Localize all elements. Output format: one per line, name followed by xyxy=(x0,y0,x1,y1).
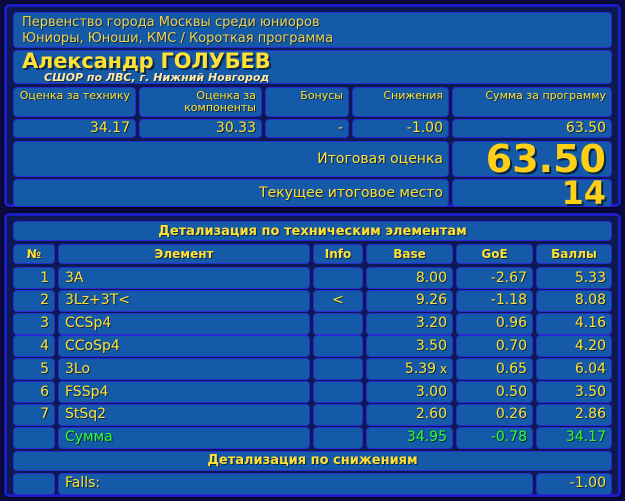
tech-cell-element: CCSp4 xyxy=(58,312,310,335)
tech-cell-info xyxy=(313,312,363,335)
col-header-info: Info xyxy=(313,244,363,264)
tech-total-goe: -0.78 xyxy=(456,426,533,449)
tech-cell-base: 8.00 xyxy=(366,267,453,289)
deduction-spacer xyxy=(13,472,55,495)
tech-cell-element: 3Lo xyxy=(58,358,310,381)
competition-category: Юниоры, Юноши, КМС / Короткая программа xyxy=(22,31,334,46)
tech-total-info xyxy=(313,426,363,449)
tech-cell-info: < xyxy=(313,289,363,312)
tech-cell-info xyxy=(313,381,363,403)
tech-cell-element: StSq2 xyxy=(58,403,310,426)
tech-cell-info xyxy=(313,358,363,381)
tech-cell-no: 5 xyxy=(13,358,55,381)
tech-cell-element: FSSp4 xyxy=(58,381,310,403)
col-header-points: Баллы xyxy=(536,244,612,264)
tech-cell-base: 2.60 xyxy=(366,403,453,426)
skater-box: Александр ГОЛУБЕВ СШОР по ЛВС, г. Нижний… xyxy=(13,50,612,84)
tech-cell-goe: 0.65 xyxy=(456,358,533,381)
col-header-goe: GoE xyxy=(456,244,533,264)
tech-cell-points: 5.33 xyxy=(536,267,612,289)
header-bonus: Бонусы xyxy=(265,87,349,117)
tech-cell-goe: 0.26 xyxy=(456,403,533,426)
scoreboard-screen: Первенство города Москвы среди юниоров Ю… xyxy=(0,0,625,501)
deduction-value: -1.00 xyxy=(536,472,612,495)
tech-cell-base: 3.20 xyxy=(366,312,453,335)
header-tes: Оценка за технику xyxy=(13,87,136,117)
details-panel: Детализация по техническим элементам № Э… xyxy=(4,213,621,497)
col-header-element: Элемент xyxy=(58,244,310,264)
tech-cell-base: 9.26 xyxy=(366,289,453,312)
tech-cell-no: 6 xyxy=(13,381,55,403)
deduction-label: Falls: xyxy=(58,472,533,495)
header-deductions: Снижения xyxy=(352,87,449,117)
tech-cell-goe: -2.67 xyxy=(456,267,533,289)
tech-cell-goe: -1.18 xyxy=(456,289,533,312)
tech-cell-base: 3.00 xyxy=(366,381,453,403)
header-pcs: Оценка за компоненты xyxy=(139,87,262,117)
header-total-program: Сумма за программу xyxy=(452,87,612,117)
rank-label: Текущее итоговое место xyxy=(13,179,449,207)
tech-cell-no: 1 xyxy=(13,267,55,289)
summary-panel: Первенство города Москвы среди юниоров Ю… xyxy=(4,4,621,207)
final-score-value: 63.50 xyxy=(452,141,612,177)
tech-cell-points: 4.20 xyxy=(536,335,612,358)
tech-cell-info xyxy=(313,335,363,358)
tech-cell-goe: 0.50 xyxy=(456,381,533,403)
tech-total-points: 34.17 xyxy=(536,426,612,449)
tech-total-no xyxy=(13,426,55,449)
deductions-section-title: Детализация по снижениям xyxy=(13,450,612,471)
tech-cell-goe: 0.96 xyxy=(456,312,533,335)
tech-cell-points: 8.08 xyxy=(536,289,612,312)
tech-cell-points: 3.50 xyxy=(536,381,612,403)
value-total-program: 63.50 xyxy=(452,119,612,138)
tech-cell-info xyxy=(313,403,363,426)
value-pcs: 30.33 xyxy=(139,119,262,138)
tech-cell-goe: 0.70 xyxy=(456,335,533,358)
final-score-label: Итоговая оценка xyxy=(13,141,449,177)
tech-cell-no: 3 xyxy=(13,312,55,335)
rank-value: 14 xyxy=(452,179,612,207)
col-header-base: Base xyxy=(366,244,453,264)
tech-cell-no: 4 xyxy=(13,335,55,358)
skater-club: СШОР по ЛВС, г. Нижний Новгород xyxy=(44,71,270,84)
value-tes: 34.17 xyxy=(13,119,136,138)
col-header-no: № xyxy=(13,244,55,264)
tech-cell-points: 4.16 xyxy=(536,312,612,335)
tech-total-element: Сумма xyxy=(58,426,310,449)
tech-cell-no: 7 xyxy=(13,403,55,426)
tech-cell-element: 3Lz+3T< xyxy=(58,289,310,312)
value-bonus: - xyxy=(265,119,349,138)
tech-cell-points: 2.86 xyxy=(536,403,612,426)
tech-cell-base: 5.39 x xyxy=(366,358,453,381)
value-deductions: -1.00 xyxy=(352,119,449,138)
tech-cell-base: 3.50 xyxy=(366,335,453,358)
competition-name: Первенство города Москвы среди юниоров xyxy=(22,15,320,30)
tech-total-base: 34.95 xyxy=(366,426,453,449)
event-title-box: Первенство города Москвы среди юниоров Ю… xyxy=(13,12,612,48)
tech-cell-no: 2 xyxy=(13,289,55,312)
tech-cell-points: 6.04 xyxy=(536,358,612,381)
skater-name: Александр ГОЛУБЕВ xyxy=(22,49,271,73)
tech-cell-element: CCoSp4 xyxy=(58,335,310,358)
tech-section-title: Детализация по техническим элементам xyxy=(13,221,612,241)
tech-cell-info xyxy=(313,267,363,289)
tech-cell-element: 3A xyxy=(58,267,310,289)
